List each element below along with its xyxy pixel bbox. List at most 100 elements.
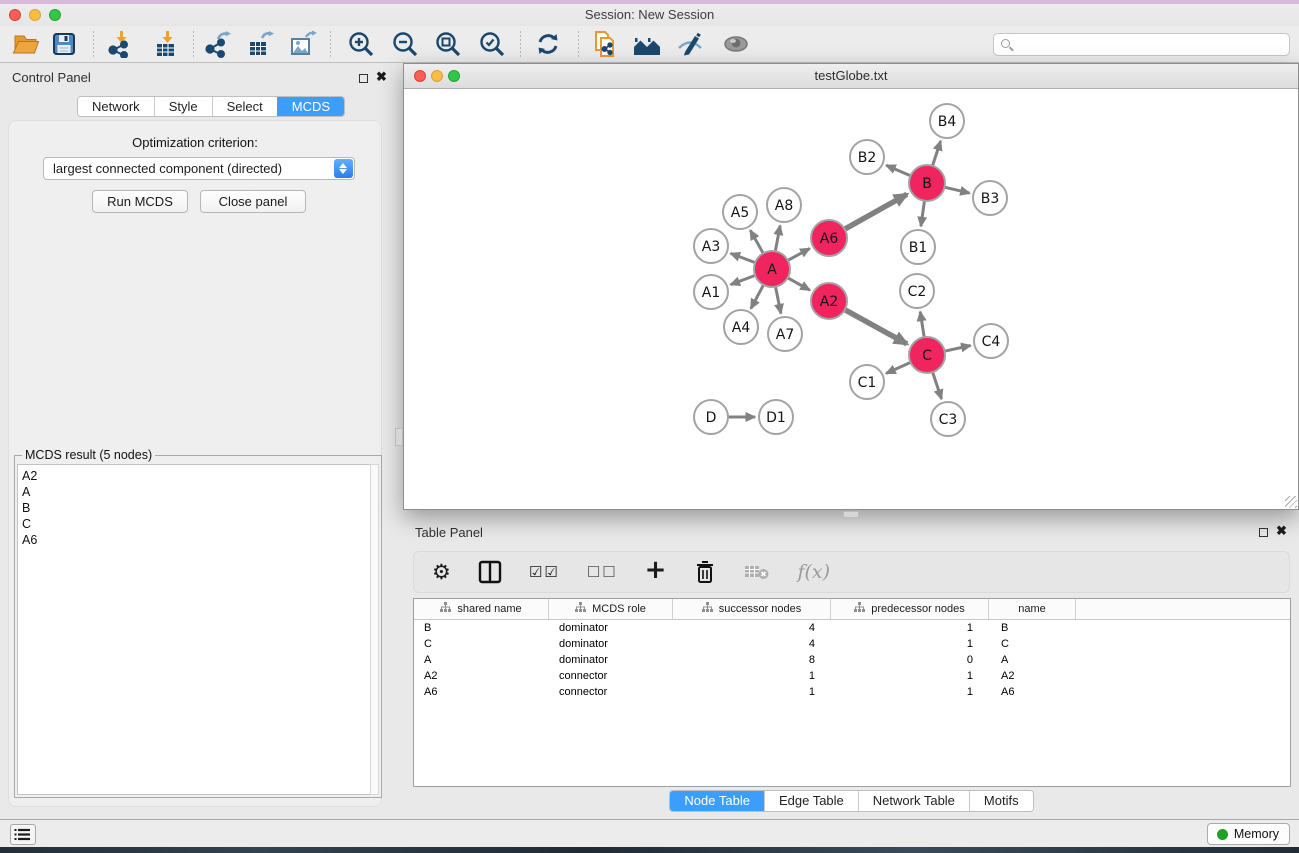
task-history-button[interactable] (10, 824, 36, 845)
node-B3[interactable]: B3 (973, 181, 1007, 215)
edge-B-B1[interactable] (921, 201, 925, 226)
cell[interactable]: A6 (414, 684, 549, 700)
node-B4[interactable]: B4 (930, 104, 964, 138)
cell[interactable]: 8 (673, 652, 831, 668)
control-panel-close-icon[interactable]: ✖ (376, 72, 387, 82)
cell[interactable]: A (989, 652, 1076, 668)
add-row-icon[interactable]: + (645, 555, 667, 585)
cell[interactable]: A2 (989, 668, 1076, 684)
result-item-A6[interactable]: A6 (22, 532, 370, 548)
clone-network-icon[interactable] (591, 30, 619, 58)
table-row[interactable]: Bdominator41B (414, 620, 1290, 636)
table-tab-motifs[interactable]: Motifs (969, 791, 1033, 811)
cell[interactable]: 0 (831, 652, 989, 668)
export-image-icon[interactable] (289, 30, 317, 58)
horizontal-divider-grip[interactable] (843, 511, 859, 518)
cell[interactable]: C (414, 636, 549, 652)
table-settings-icon[interactable]: ⚙ (432, 560, 451, 584)
result-item-A[interactable]: A (22, 484, 370, 500)
edge-A6-B[interactable] (845, 194, 907, 229)
node-A6[interactable]: A6 (811, 220, 847, 256)
node-A4[interactable]: A4 (724, 310, 758, 344)
zoom-window-button[interactable] (49, 9, 61, 21)
memory-button[interactable]: Memory (1207, 823, 1290, 845)
node-B2[interactable]: B2 (850, 140, 884, 174)
show-graphics-icon[interactable] (722, 30, 750, 58)
table-tab-network-table[interactable]: Network Table (858, 791, 969, 811)
node-A2[interactable]: A2 (811, 283, 847, 319)
save-session-icon[interactable] (50, 30, 78, 58)
node-C[interactable]: C (909, 337, 945, 373)
column-header-predecessor-nodes[interactable]: predecessor nodes (831, 599, 989, 619)
network-close-button[interactable] (414, 70, 426, 82)
export-network-icon[interactable] (204, 30, 232, 58)
edge-A-A3[interactable] (731, 253, 756, 262)
column-header-successor-nodes[interactable]: successor nodes (673, 599, 831, 619)
tab-network[interactable]: Network (78, 97, 154, 116)
edge-A-A7[interactable] (776, 287, 781, 314)
edge-A-A1[interactable] (731, 275, 756, 284)
edge-A-A6[interactable] (788, 249, 810, 261)
edge-A-A8[interactable] (775, 226, 780, 252)
table-row[interactable]: A6connector11A6 (414, 684, 1290, 700)
close-panel-button[interactable]: Close panel (200, 190, 306, 213)
cell[interactable]: A6 (989, 684, 1076, 700)
edge-C-C3[interactable] (933, 372, 942, 399)
table-panel-float-icon[interactable] (1259, 528, 1268, 537)
node-A[interactable]: A (754, 251, 790, 287)
node-A1[interactable]: A1 (694, 275, 728, 309)
table-tab-node-table[interactable]: Node Table (670, 791, 764, 811)
node-A8[interactable]: A8 (767, 188, 801, 222)
refresh-view-icon[interactable] (534, 30, 562, 58)
edge-C-C1[interactable] (886, 362, 910, 373)
node-D[interactable]: D (694, 400, 728, 434)
minimize-window-button[interactable] (29, 9, 41, 21)
edge-C-C4[interactable] (945, 346, 971, 352)
show-columns-icon[interactable] (478, 560, 502, 584)
node-A7[interactable]: A7 (768, 317, 802, 351)
edge-A-A2[interactable] (788, 278, 810, 290)
result-item-A2[interactable]: A2 (22, 468, 370, 484)
node-B[interactable]: B (909, 165, 945, 201)
criterion-dropdown[interactable]: largest connected component (directed) (43, 157, 355, 180)
network-window-titlebar[interactable]: testGlobe.txt (404, 64, 1298, 89)
node-C3[interactable]: C3 (931, 402, 965, 436)
cell[interactable]: 1 (831, 668, 989, 684)
node-C1[interactable]: C1 (850, 365, 884, 399)
cell[interactable]: A (414, 652, 549, 668)
control-panel-float-icon[interactable] (359, 74, 368, 83)
cell[interactable]: 1 (673, 684, 831, 700)
edge-C-C2[interactable] (920, 312, 924, 338)
cell[interactable]: dominator (549, 652, 673, 668)
close-window-button[interactable] (9, 9, 21, 21)
cell[interactable]: 4 (673, 636, 831, 652)
tab-mcds[interactable]: MCDS (277, 97, 344, 116)
cell[interactable]: A2 (414, 668, 549, 684)
node-A3[interactable]: A3 (694, 229, 728, 263)
cell[interactable]: 1 (673, 668, 831, 684)
network-minimize-button[interactable] (431, 70, 443, 82)
table-tab-edge-table[interactable]: Edge Table (764, 791, 858, 811)
cell[interactable]: dominator (549, 636, 673, 652)
node-B1[interactable]: B1 (901, 230, 935, 264)
edge-A-A5[interactable] (750, 230, 763, 253)
table-row[interactable]: A2connector11A2 (414, 668, 1290, 684)
dropdown-stepper-icon[interactable] (334, 159, 353, 178)
result-list-scrollbar[interactable] (370, 464, 379, 795)
result-item-C[interactable]: C (22, 516, 370, 532)
select-all-rows-icon[interactable]: ☑☑ (529, 563, 560, 581)
tab-select[interactable]: Select (212, 97, 277, 116)
window-resize-grip[interactable] (1285, 496, 1297, 508)
tab-style[interactable]: Style (154, 97, 212, 116)
zoom-selected-icon[interactable] (478, 30, 506, 58)
node-C4[interactable]: C4 (974, 324, 1008, 358)
cell[interactable]: 1 (831, 620, 989, 636)
delete-rows-icon[interactable] (693, 559, 717, 585)
column-header-MCDS-role[interactable]: MCDS role (549, 599, 673, 619)
node-C2[interactable]: C2 (900, 274, 934, 308)
edge-A-A4[interactable] (751, 285, 764, 309)
import-network-icon[interactable] (106, 30, 134, 58)
cell[interactable]: dominator (549, 620, 673, 636)
zoom-in-icon[interactable] (347, 30, 375, 58)
app-titlebar[interactable]: Session: New Session (0, 4, 1299, 26)
